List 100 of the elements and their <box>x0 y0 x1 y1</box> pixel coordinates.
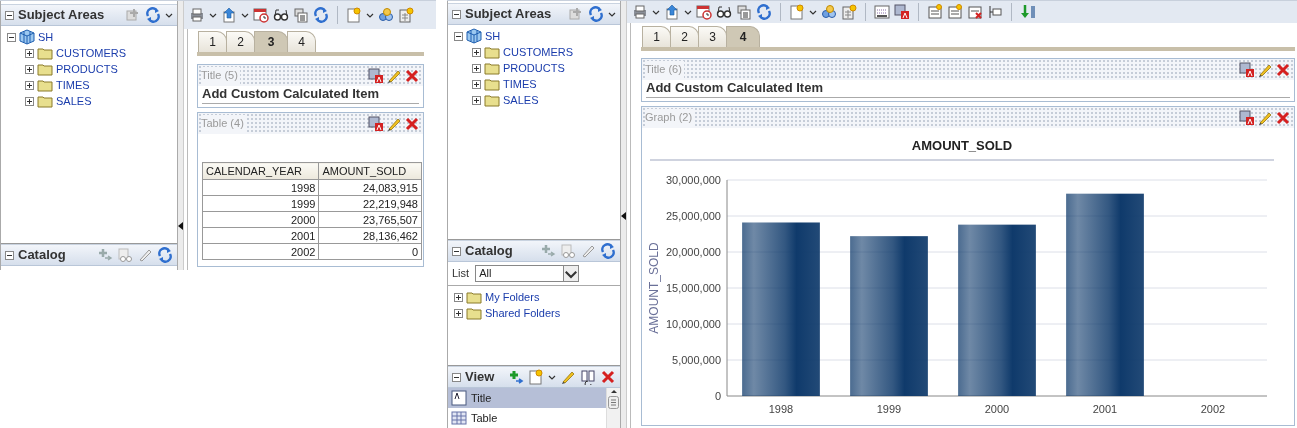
caret-icon[interactable] <box>366 11 374 19</box>
format-icon[interactable] <box>368 67 384 84</box>
page-tab[interactable]: 1 <box>642 26 671 47</box>
collapse-icon[interactable] <box>5 250 14 260</box>
view-list-item[interactable]: Title <box>448 388 606 408</box>
collapse-icon[interactable] <box>5 10 14 20</box>
caret-icon[interactable] <box>241 11 249 19</box>
circles-icon[interactable] <box>821 4 837 20</box>
tree-item[interactable]: TIMES <box>56 76 90 94</box>
calendar-clock-icon[interactable] <box>696 4 712 20</box>
tree-item[interactable]: Shared Folders <box>485 304 561 322</box>
refresh-icon[interactable] <box>600 243 616 259</box>
tree-item[interactable]: SH <box>38 28 54 46</box>
stacked-pages-icon[interactable] <box>293 7 309 23</box>
expand-icon[interactable] <box>472 95 481 105</box>
upload-arrow-icon[interactable] <box>221 7 237 23</box>
down-arrow-icon[interactable] <box>1020 4 1036 20</box>
page-tab[interactable]: 3 <box>254 31 288 52</box>
circles-icon[interactable] <box>378 7 394 23</box>
y-tick-label: 25,000,000 <box>665 210 721 222</box>
expand-icon[interactable] <box>25 64 34 74</box>
caret-icon[interactable] <box>165 11 173 19</box>
list-dropdown[interactable]: All <box>475 265 580 282</box>
caret-icon[interactable] <box>652 8 660 16</box>
page-tab[interactable]: 3 <box>698 26 727 47</box>
caret-icon[interactable] <box>608 10 616 18</box>
tree-item[interactable]: PRODUCTS <box>503 59 565 77</box>
insert-section-icon[interactable] <box>947 4 963 20</box>
tree-item[interactable]: SH <box>485 27 501 45</box>
glasses-icon[interactable] <box>716 4 732 20</box>
format-icon[interactable] <box>1239 109 1255 126</box>
close-icon[interactable] <box>600 369 616 385</box>
panel-title: Catalog <box>465 242 513 261</box>
caret-icon[interactable] <box>809 8 817 16</box>
scroll-thumb-icon[interactable] <box>608 396 619 409</box>
page-tab[interactable]: 4 <box>726 26 760 47</box>
folder-icon <box>466 289 482 305</box>
expand-icon[interactable] <box>472 47 481 57</box>
expand-icon[interactable] <box>472 79 481 89</box>
expand-icon[interactable] <box>25 48 34 58</box>
close-icon[interactable] <box>404 115 420 132</box>
expand-icon[interactable] <box>454 292 463 302</box>
glasses-icon[interactable] <box>273 7 289 23</box>
format-icon[interactable] <box>368 115 384 132</box>
caret-icon[interactable] <box>548 373 556 381</box>
refresh-icon[interactable] <box>145 7 161 23</box>
view-list-item[interactable]: Table <box>448 408 606 428</box>
tree-item[interactable]: PRODUCTS <box>56 60 118 78</box>
stacked-pages-icon[interactable] <box>736 4 752 20</box>
collapse-arrow-icon[interactable] <box>621 212 626 221</box>
collapse-icon[interactable] <box>454 31 463 41</box>
page-tab[interactable]: 4 <box>287 31 316 52</box>
calculator-icon[interactable] <box>398 7 414 23</box>
page-break-icon[interactable] <box>987 4 1003 20</box>
grid-icon[interactable] <box>874 4 890 20</box>
tree-item[interactable]: TIMES <box>503 75 537 93</box>
calendar-clock-icon[interactable] <box>253 7 269 23</box>
upload-arrow-icon[interactable] <box>664 4 680 20</box>
collapse-icon[interactable] <box>452 9 461 19</box>
close-icon[interactable] <box>404 67 420 84</box>
format-icon[interactable] <box>894 4 910 20</box>
format-icon[interactable] <box>1239 61 1255 78</box>
columns-icon[interactable] <box>580 369 596 385</box>
caret-icon[interactable] <box>209 11 217 19</box>
pencil-icon[interactable] <box>137 247 153 263</box>
printer-icon[interactable] <box>189 7 205 23</box>
refresh-icon[interactable] <box>756 4 772 20</box>
expand-icon[interactable] <box>25 80 34 90</box>
collapse-icon[interactable] <box>452 372 461 382</box>
folder-icon <box>484 76 500 92</box>
refresh-icon[interactable] <box>313 7 329 23</box>
collapse-icon[interactable] <box>452 246 461 256</box>
scrollbar[interactable] <box>606 388 620 428</box>
close-icon[interactable] <box>1275 109 1291 126</box>
collapse-icon[interactable] <box>7 32 16 42</box>
caret-icon[interactable] <box>684 8 692 16</box>
add-section-icon[interactable] <box>927 4 943 20</box>
refresh-icon[interactable] <box>157 247 173 263</box>
calculator-icon[interactable] <box>841 4 857 20</box>
page-tab[interactable]: 2 <box>670 26 699 47</box>
view-header: Graph (2) <box>645 109 695 126</box>
tree-item[interactable]: CUSTOMERS <box>56 44 127 62</box>
view-header: Title (6) <box>645 61 684 78</box>
tree-item[interactable]: SALES <box>503 91 539 109</box>
tree-item[interactable]: CUSTOMERS <box>503 43 574 61</box>
dropdown-caret-icon[interactable] <box>563 266 579 281</box>
tree-item[interactable]: My Folders <box>485 288 540 306</box>
delete-section-icon[interactable] <box>967 4 983 20</box>
page-tab[interactable]: 2 <box>226 31 255 52</box>
add-icon[interactable] <box>508 369 524 385</box>
printer-icon[interactable] <box>632 4 648 20</box>
collapse-arrow-icon[interactable] <box>178 222 183 231</box>
pencil-icon[interactable] <box>580 243 596 259</box>
expand-icon[interactable] <box>472 63 481 73</box>
expand-icon[interactable] <box>454 308 463 318</box>
page-tab[interactable]: 1 <box>198 31 227 52</box>
tree-item[interactable]: SALES <box>56 92 92 110</box>
expand-icon[interactable] <box>25 96 34 106</box>
close-icon[interactable] <box>1275 61 1291 78</box>
refresh-icon[interactable] <box>588 6 604 22</box>
